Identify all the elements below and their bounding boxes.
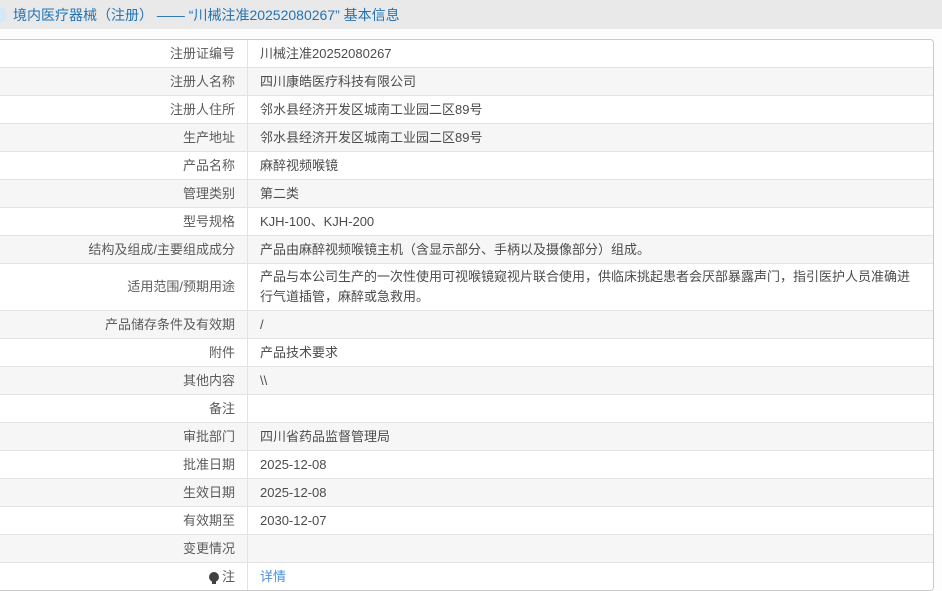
row-label: 型号规格: [0, 208, 248, 235]
title-bar: 境内医疗器械（注册） —— “川械注准20252080267” 基本信息: [0, 0, 942, 29]
row-label-text: 注册人住所: [170, 100, 235, 120]
row-label: 注册人名称: [0, 68, 248, 95]
row-value: 2025-12-08: [248, 451, 933, 478]
row-label: 变更情况: [0, 535, 248, 562]
row-label: 审批部门: [0, 423, 248, 450]
row-label-text: 管理类别: [183, 184, 235, 204]
row-label-text: 变更情况: [183, 539, 235, 559]
row-value: [248, 535, 933, 562]
row-label: 备注: [0, 395, 248, 422]
table-row: 变更情况: [0, 535, 933, 563]
table-row: 产品名称 麻醉视频喉镜: [0, 152, 933, 180]
table-row: 产品储存条件及有效期 /: [0, 311, 933, 339]
row-label: 注册证编号: [0, 40, 248, 67]
table-row: 适用范围/预期用途 产品与本公司生产的一次性使用可视喉镜窥视片联合使用，供临床挑…: [0, 264, 933, 311]
row-value: 第二类: [248, 180, 933, 207]
note-bulb-icon: [209, 572, 219, 582]
row-label-text: 注册证编号: [170, 44, 235, 64]
page-title: 境内医疗器械（注册） —— “川械注准20252080267” 基本信息: [13, 5, 400, 25]
row-label: 适用范围/预期用途: [0, 264, 248, 310]
row-value: 四川省药品监督管理局: [248, 423, 933, 450]
row-value: 产品与本公司生产的一次性使用可视喉镜窥视片联合使用，供临床挑起患者会厌部暴露声门…: [248, 264, 933, 310]
row-label-text: 审批部门: [183, 427, 235, 447]
row-label-text: 生效日期: [183, 483, 235, 503]
table-row: 批准日期 2025-12-08: [0, 451, 933, 479]
table-row: 附件 产品技术要求: [0, 339, 933, 367]
table-row: 结构及组成/主要组成成分 产品由麻醉视频喉镜主机（含显示部分、手柄以及摄像部分）…: [0, 236, 933, 264]
table-row: 注册人名称 四川康皓医疗科技有限公司: [0, 68, 933, 96]
row-value: 详情: [248, 563, 933, 590]
row-label-text: 注: [222, 567, 235, 587]
row-label: 有效期至: [0, 507, 248, 534]
row-value: KJH-100、KJH-200: [248, 208, 933, 235]
row-label-text: 适用范围/预期用途: [127, 277, 235, 297]
row-value: 麻醉视频喉镜: [248, 152, 933, 179]
table-row: 注 详情: [0, 563, 933, 590]
row-value: \\: [248, 367, 933, 394]
row-label-text: 附件: [209, 343, 235, 363]
registration-cert-icon: [0, 7, 7, 23]
table-row: 管理类别 第二类: [0, 180, 933, 208]
table-row: 审批部门 四川省药品监督管理局: [0, 423, 933, 451]
row-label: 产品名称: [0, 152, 248, 179]
row-value: 2025-12-08: [248, 479, 933, 506]
row-label-text: 备注: [209, 399, 235, 419]
row-value: /: [248, 311, 933, 338]
row-label: 管理类别: [0, 180, 248, 207]
row-value: 产品技术要求: [248, 339, 933, 366]
row-label-text: 产品储存条件及有效期: [105, 315, 235, 335]
table-row: 型号规格 KJH-100、KJH-200: [0, 208, 933, 236]
registration-info-table: 注册证编号 川械注准20252080267 注册人名称 四川康皓医疗科技有限公司…: [0, 39, 934, 591]
row-label: 生效日期: [0, 479, 248, 506]
page: 境内医疗器械（注册） —— “川械注准20252080267” 基本信息 注册证…: [0, 0, 942, 591]
row-label: 注册人住所: [0, 96, 248, 123]
row-label-text: 其他内容: [183, 371, 235, 391]
table-row: 备注: [0, 395, 933, 423]
row-label: 生产地址: [0, 124, 248, 151]
row-label-text: 产品名称: [183, 156, 235, 176]
row-label-text: 批准日期: [183, 455, 235, 475]
row-value: [248, 395, 933, 422]
row-label-text: 生产地址: [183, 128, 235, 148]
row-value: 2030-12-07: [248, 507, 933, 534]
row-value: 邻水县经济开发区城南工业园二区89号: [248, 96, 933, 123]
table-row: 生效日期 2025-12-08: [0, 479, 933, 507]
row-value: 产品由麻醉视频喉镜主机（含显示部分、手柄以及摄像部分）组成。: [248, 236, 933, 263]
table-row: 其他内容 \\: [0, 367, 933, 395]
row-value: 川械注准20252080267: [248, 40, 933, 67]
row-label: 其他内容: [0, 367, 248, 394]
row-label-text: 有效期至: [183, 511, 235, 531]
row-value: 四川康皓医疗科技有限公司: [248, 68, 933, 95]
row-label-text: 型号规格: [183, 212, 235, 232]
table-row: 有效期至 2030-12-07: [0, 507, 933, 535]
row-label: 产品储存条件及有效期: [0, 311, 248, 338]
table-row: 生产地址 邻水县经济开发区城南工业园二区89号: [0, 124, 933, 152]
row-label: 注: [0, 563, 248, 590]
table-row: 注册人住所 邻水县经济开发区城南工业园二区89号: [0, 96, 933, 124]
table-row: 注册证编号 川械注准20252080267: [0, 40, 933, 68]
row-label: 附件: [0, 339, 248, 366]
row-label: 批准日期: [0, 451, 248, 478]
row-label: 结构及组成/主要组成成分: [0, 236, 248, 263]
row-label-text: 结构及组成/主要组成成分: [88, 240, 235, 260]
row-label-text: 注册人名称: [170, 72, 235, 92]
row-value: 邻水县经济开发区城南工业园二区89号: [248, 124, 933, 151]
detail-link[interactable]: 详情: [260, 567, 286, 587]
